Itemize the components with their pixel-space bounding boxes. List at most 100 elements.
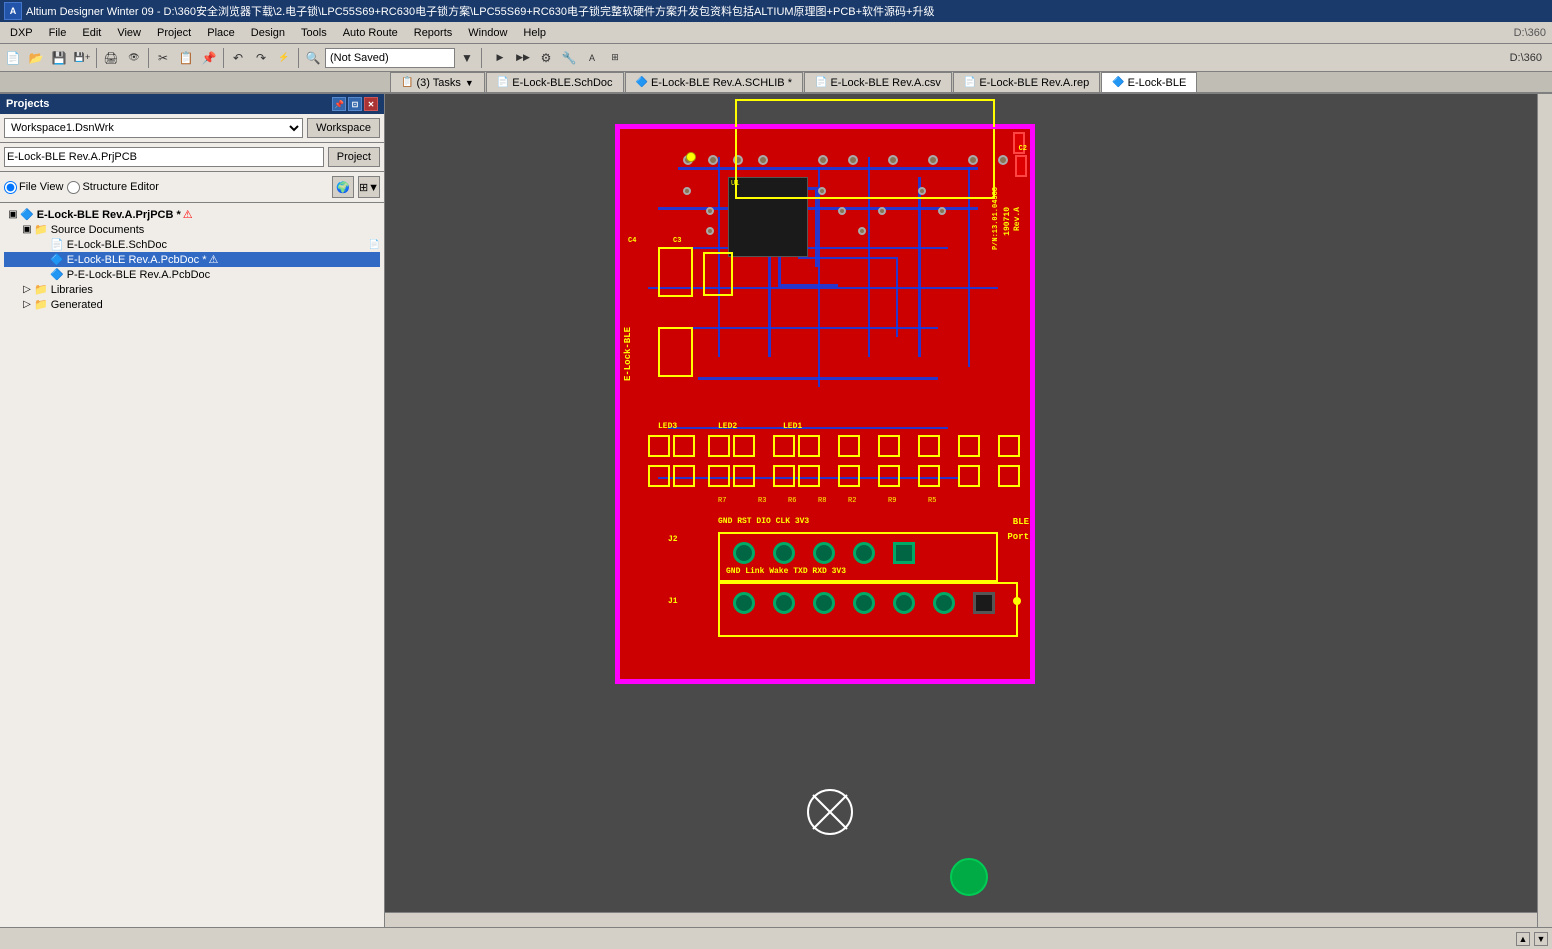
- tree-icon-root: 🔷: [20, 208, 34, 221]
- tree-item-root[interactable]: ▣ 🔷 E-Lock-BLE Rev.A.PrjPCB * ⚠: [4, 207, 380, 222]
- scrollbar-horizontal[interactable]: [385, 912, 1537, 927]
- menu-project[interactable]: Project: [149, 25, 199, 41]
- project-input[interactable]: [4, 147, 324, 167]
- tb-extra6[interactable]: ⊞: [604, 47, 626, 69]
- tree-label-schdoc: E-Lock-BLE.SchDoc: [67, 239, 167, 251]
- workspace-button[interactable]: Workspace: [307, 118, 380, 138]
- tree-toggle-root[interactable]: ▣: [6, 209, 20, 220]
- cut-btn[interactable]: ✂: [152, 47, 174, 69]
- tree-item-pcbdoc[interactable]: 🔷 E-Lock-BLE Rev.A.PcbDoc * ⚠: [4, 252, 380, 267]
- sidebar-title: Projects: [6, 98, 49, 110]
- menu-file[interactable]: File: [41, 25, 75, 41]
- tab-pcb-icon: 🔷: [1112, 77, 1124, 88]
- sep3: [223, 48, 224, 68]
- tab-schdoc-label: E-Lock-BLE.SchDoc: [512, 77, 612, 89]
- tab-tasks[interactable]: 📋 (3) Tasks ▼: [390, 72, 485, 92]
- sidebar-float-btn[interactable]: ⊡: [348, 97, 362, 111]
- toolbar: 📄 📂 💾 💾+ 🖨 👁 ✂ 📋 📌 ↶ ↷ ⚡ 🔍 ▼ ▶ ▶▶ ⚙ 🔧 A …: [0, 44, 1552, 72]
- cancel-symbol: [805, 787, 855, 837]
- not-saved-input[interactable]: [325, 48, 455, 68]
- redo-btn[interactable]: ↷: [250, 47, 272, 69]
- main-layout: Projects 📌 ⊡ ✕ Workspace1.DsnWrk Workspa…: [0, 94, 1552, 927]
- yellow-outline: [735, 99, 995, 199]
- options-btn[interactable]: ⊞▼: [358, 176, 380, 198]
- sidebar-close-btn[interactable]: ✕: [364, 97, 378, 111]
- tree-label-generated: Generated: [51, 299, 103, 311]
- menu-view[interactable]: View: [109, 25, 149, 41]
- menu-autoroute[interactable]: Auto Route: [335, 25, 406, 41]
- save-btn[interactable]: 💾: [48, 47, 70, 69]
- tb-extra1[interactable]: ▶: [489, 47, 511, 69]
- tb-extra3[interactable]: ⚙: [535, 47, 557, 69]
- paste-btn[interactable]: 📌: [198, 47, 220, 69]
- menu-tools[interactable]: Tools: [293, 25, 335, 41]
- tab-schdoc[interactable]: 📄 E-Lock-BLE.SchDoc: [486, 72, 624, 92]
- menu-place[interactable]: Place: [199, 25, 243, 41]
- titlebar: A Altium Designer Winter 09 - D:\360安全浏览…: [0, 0, 1552, 22]
- tree-label-source: Source Documents: [51, 224, 145, 236]
- sidebar-pin-btn[interactable]: 📌: [332, 97, 346, 111]
- sep5: [481, 48, 482, 68]
- tabs-bar: 📋 (3) Tasks ▼ 📄 E-Lock-BLE.SchDoc 🔷 E-Lo…: [0, 72, 1552, 94]
- tree-label-ppcbdoc: P-E-Lock-BLE Rev.A.PcbDoc: [67, 269, 210, 281]
- sidebar: Projects 📌 ⊡ ✕ Workspace1.DsnWrk Workspa…: [0, 94, 385, 927]
- status-arrow-up[interactable]: ▲: [1516, 932, 1530, 946]
- tab-csv-icon: 📄: [815, 77, 827, 88]
- tb-extra2[interactable]: ▶▶: [512, 47, 534, 69]
- dropdown-btn[interactable]: ▼: [456, 47, 478, 69]
- tree-item-ppcbdoc[interactable]: 🔷 P-E-Lock-BLE Rev.A.PcbDoc: [4, 267, 380, 282]
- tree-item-source[interactable]: ▣ 📁 Source Documents: [4, 222, 380, 237]
- project-tree: ▣ 🔷 E-Lock-BLE Rev.A.PrjPCB * ⚠ ▣ 📁 Sour…: [0, 203, 384, 927]
- tab-csv-label: E-Lock-BLE Rev.A.csv: [830, 77, 940, 89]
- menu-help[interactable]: Help: [515, 25, 554, 41]
- tab-schlib-icon: 🔷: [636, 77, 648, 88]
- new-btn[interactable]: 📄: [2, 47, 24, 69]
- pcb-board[interactable]: U1 C2: [615, 124, 1035, 684]
- menu-window[interactable]: Window: [460, 25, 515, 41]
- statusbar: ▲ ▼: [0, 927, 1552, 949]
- tree-toggle-source[interactable]: ▣: [20, 224, 34, 235]
- menu-reports[interactable]: Reports: [406, 25, 461, 41]
- compile-btn[interactable]: ⚡: [273, 47, 295, 69]
- tab-pcb[interactable]: 🔷 E-Lock-BLE: [1101, 72, 1197, 92]
- file-view-radio[interactable]: File View: [4, 181, 63, 194]
- open-btn[interactable]: 📂: [25, 47, 47, 69]
- pcb-canvas[interactable]: U1 C2: [385, 94, 1552, 927]
- tree-item-libraries[interactable]: ▷ 📁 Libraries: [4, 282, 380, 297]
- tab-schlib[interactable]: 🔷 E-Lock-BLE Rev.A.SCHLIB *: [625, 72, 803, 92]
- refresh-btn[interactable]: 🌍: [332, 176, 354, 198]
- project-button[interactable]: Project: [328, 147, 380, 167]
- path-display: D:\360: [1510, 52, 1542, 64]
- tab-rep[interactable]: 📄 E-Lock-BLE Rev.A.rep: [953, 72, 1100, 92]
- tree-icon-pcbdoc: 🔷: [50, 253, 64, 266]
- tree-toggle-generated[interactable]: ▷: [20, 299, 34, 310]
- menu-edit[interactable]: Edit: [74, 25, 109, 41]
- app-icon: A: [4, 2, 22, 20]
- structure-editor-radio[interactable]: Structure Editor: [67, 181, 158, 194]
- tab-csv[interactable]: 📄 E-Lock-BLE Rev.A.csv: [804, 72, 952, 92]
- zoom-btn[interactable]: 🔍: [302, 47, 324, 69]
- preview-btn[interactable]: 👁: [123, 47, 145, 69]
- tb-extra4[interactable]: 🔧: [558, 47, 580, 69]
- tab-rep-label: E-Lock-BLE Rev.A.rep: [979, 77, 1089, 89]
- tree-icon-libraries: 📁: [34, 283, 48, 296]
- tree-label-root: E-Lock-BLE Rev.A.PrjPCB *: [37, 209, 181, 221]
- copy-btn[interactable]: 📋: [175, 47, 197, 69]
- tree-item-schdoc[interactable]: 📄 E-Lock-BLE.SchDoc 📄: [4, 237, 380, 252]
- print-btn[interactable]: 🖨: [100, 47, 122, 69]
- tree-badge-pcbdoc: ⚠: [209, 253, 219, 266]
- scrollbar-vertical[interactable]: [1537, 94, 1552, 927]
- status-arrow-down[interactable]: ▼: [1534, 932, 1548, 946]
- green-circle-indicator: [949, 857, 989, 897]
- save-all-btn[interactable]: 💾+: [71, 47, 93, 69]
- canvas-area[interactable]: U1 C2: [385, 94, 1552, 927]
- tree-item-generated[interactable]: ▷ 📁 Generated: [4, 297, 380, 312]
- menubar: DXP File Edit View Project Place Design …: [0, 22, 1552, 44]
- tb-extra5[interactable]: A: [581, 47, 603, 69]
- menu-design[interactable]: Design: [243, 25, 293, 41]
- undo-btn[interactable]: ↶: [227, 47, 249, 69]
- sidebar-controls2: File View Structure Editor 🌍 ⊞▼: [0, 172, 384, 203]
- tree-toggle-libraries[interactable]: ▷: [20, 284, 34, 295]
- workspace-dropdown[interactable]: Workspace1.DsnWrk: [4, 118, 303, 138]
- menu-dxp[interactable]: DXP: [2, 25, 41, 41]
